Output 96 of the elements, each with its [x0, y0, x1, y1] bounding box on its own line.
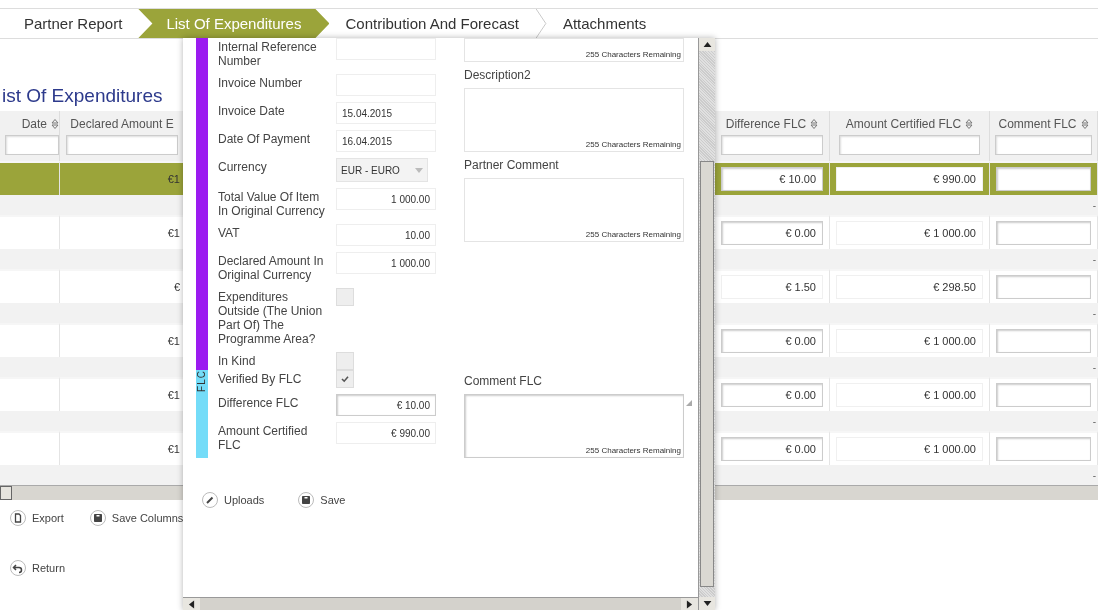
difference-field[interactable]: € 1.50: [721, 275, 823, 299]
pencil-icon: [202, 492, 218, 508]
column-title: Date: [21, 117, 47, 131]
field-label: Difference FLC: [218, 395, 300, 410]
field-label: Partner Comment: [464, 158, 560, 172]
column-title: Declared Amount E: [70, 117, 174, 131]
filter-field[interactable]: [995, 135, 1092, 155]
check-icon: [340, 374, 350, 384]
row-marker: -: [1092, 469, 1097, 481]
row-marker: -: [1092, 253, 1097, 265]
amount-field[interactable]: € 1 000.00: [836, 383, 983, 407]
field-label: Verified By FLC: [218, 371, 303, 386]
input-field[interactable]: 1 000.00: [336, 188, 436, 210]
document-icon: [10, 510, 26, 526]
row-marker: -: [1092, 415, 1097, 427]
dialog-button[interactable]: Uploads: [200, 490, 267, 510]
dialog-button[interactable]: Save: [296, 490, 348, 510]
section-label: FLC: [196, 370, 208, 392]
chevron-icon: [534, 9, 547, 38]
field-label: Comment FLC: [464, 374, 544, 388]
filter-field[interactable]: [5, 135, 59, 155]
field-label: Internal Reference Number: [218, 39, 318, 68]
checkbox[interactable]: [336, 370, 354, 388]
column-header[interactable]: Difference FLC: [715, 111, 830, 161]
checkbox[interactable]: [336, 352, 354, 370]
field-label: Declared Amount In Original Currency: [218, 253, 325, 282]
undo-icon: [10, 560, 26, 576]
field-label: Description2: [464, 68, 532, 82]
toolbar-button[interactable]: Export: [8, 508, 66, 528]
input-field[interactable]: [336, 38, 436, 60]
difference-field[interactable]: € 0.00: [721, 383, 823, 407]
amount-field[interactable]: € 990.00: [836, 167, 983, 191]
text-area[interactable]: 255 Characters Remaining: [464, 38, 684, 62]
amount-field[interactable]: € 1 000.00: [836, 437, 983, 461]
input-field[interactable]: 10.00: [336, 224, 436, 246]
input-field[interactable]: 1 000.00: [336, 252, 436, 274]
amount-field[interactable]: € 1 000.00: [836, 329, 983, 353]
row-marker: -: [1092, 361, 1097, 373]
tab[interactable]: Attachments: [546, 9, 663, 38]
comment-field[interactable]: [996, 221, 1091, 245]
column-title: Difference FLC: [725, 117, 807, 131]
column-header[interactable]: Declared Amount E: [60, 111, 185, 161]
difference-field[interactable]: € 0.00: [721, 437, 823, 461]
horizontal-scrollbar[interactable]: [183, 597, 698, 610]
difference-field[interactable]: € 0.00: [721, 221, 823, 245]
input-field[interactable]: € 990.00: [336, 422, 436, 444]
comment-field[interactable]: [996, 275, 1091, 299]
field-label: Currency: [218, 159, 268, 174]
field-label: In Kind: [218, 353, 257, 368]
table-cell: €1: [60, 161, 185, 195]
filter-field[interactable]: [838, 135, 981, 155]
column-title: Amount Certified FLC: [845, 117, 962, 131]
filter-field[interactable]: [66, 135, 178, 155]
comment-field[interactable]: [996, 383, 1091, 407]
input-field[interactable]: 16.04.2015: [336, 130, 436, 152]
resize-grip-icon: [686, 400, 692, 406]
column-header[interactable]: Comment FLC: [990, 111, 1098, 161]
row-marker: -: [1092, 307, 1097, 319]
input-field[interactable]: 15.04.2015: [336, 102, 436, 124]
column-header[interactable]: Date: [0, 111, 60, 161]
tab[interactable]: Contribution And Forecast: [329, 9, 535, 38]
sort-icon[interactable]: [1080, 119, 1089, 129]
field-label: Invoice Date: [218, 103, 286, 118]
difference-field[interactable]: € 10.00: [721, 167, 823, 191]
floppy-icon: [298, 492, 315, 508]
return-button[interactable]: Return: [8, 558, 68, 578]
difference-field[interactable]: € 0.00: [721, 329, 823, 353]
column-title: Comment FLC: [998, 117, 1077, 131]
tab[interactable]: Partner Report: [8, 9, 139, 38]
page-title: ist Of Expenditures: [2, 85, 163, 107]
comment-field[interactable]: [996, 167, 1091, 191]
field-label: VAT: [218, 225, 241, 240]
floppy-icon: [89, 510, 106, 526]
comment-field[interactable]: [996, 437, 1091, 461]
amount-field[interactable]: € 1 000.00: [836, 221, 983, 245]
currency-select[interactable]: EUR - EURO: [336, 158, 428, 182]
amount-field[interactable]: € 298.50: [836, 275, 983, 299]
caret-icon[interactable]: [415, 167, 423, 173]
field-label: Invoice Number: [218, 75, 304, 90]
input-field[interactable]: € 10.00: [336, 394, 436, 416]
text-area[interactable]: 255 Characters Remaining: [464, 394, 684, 458]
field-label: Date Of Payment: [218, 131, 312, 146]
text-area[interactable]: 255 Characters Remaining: [464, 178, 684, 242]
row-marker: -: [1092, 199, 1097, 211]
sort-icon[interactable]: [51, 119, 59, 129]
column-header[interactable]: Amount Certified FLC: [830, 111, 990, 161]
vertical-scrollbar[interactable]: [698, 38, 715, 610]
field-label: Expenditures Outside (The Union Part Of) The Programme Area?: [218, 289, 324, 346]
sort-icon[interactable]: [965, 119, 974, 129]
field-label: Amount Certified FLC: [218, 423, 309, 452]
comment-field[interactable]: [996, 329, 1091, 353]
text-area[interactable]: 255 Characters Remaining: [464, 88, 684, 152]
sort-icon[interactable]: [810, 119, 819, 129]
field-label: Total Value Of Item In Original Currency: [218, 189, 326, 218]
checkbox[interactable]: [336, 288, 354, 306]
filter-field[interactable]: [720, 135, 824, 155]
